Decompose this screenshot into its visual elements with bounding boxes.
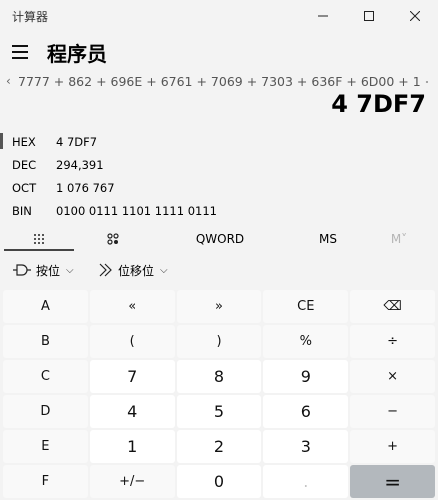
key-clear-entry[interactable]: CE	[263, 290, 349, 323]
key-9[interactable]: 9	[263, 360, 349, 393]
radix-label: BIN	[12, 204, 32, 218]
radix-label: HEX	[12, 135, 36, 149]
chevron-down-icon: ⌵	[66, 264, 74, 276]
key-equals[interactable]: =	[350, 465, 435, 498]
bit-shift-icon	[99, 263, 112, 277]
radix-label: DEC	[12, 158, 37, 172]
key-divide[interactable]: ÷	[350, 325, 435, 358]
tab-bit-toggle[interactable]	[78, 228, 148, 250]
chevron-down-icon: ⌵	[160, 264, 168, 276]
logic-gate-icon	[13, 264, 31, 276]
bitshift-label: 位移位	[118, 263, 155, 278]
key-close-paren[interactable]: )	[176, 325, 262, 358]
bit-toggle-icon	[107, 233, 119, 245]
bitwise-dropdown[interactable]: 按位 ⌵	[12, 257, 74, 283]
keypad-tabs: QWORD MS M˅	[0, 228, 438, 251]
keypad-icon	[34, 234, 44, 244]
memory-store-button[interactable]: MS	[300, 228, 356, 250]
key-3[interactable]: 3	[263, 430, 349, 463]
key-decimal[interactable]: .	[263, 465, 349, 498]
menu-button[interactable]	[12, 45, 28, 59]
close-icon	[410, 11, 420, 21]
memory-recall-button[interactable]: M˅	[372, 228, 426, 250]
close-button[interactable]	[392, 0, 438, 32]
radix-value: 4 7DF7	[56, 135, 98, 149]
app-title: 计算器	[12, 10, 49, 24]
expression-text: 7777 + 862 + 696E + 6761 + 7069 + 7303 +…	[18, 74, 428, 89]
bit-operations-bar: 按位 ⌵ 位移位 ⌵	[0, 257, 438, 283]
key-c[interactable]: C	[3, 360, 88, 393]
key-modulo[interactable]: %	[263, 325, 349, 358]
radix-value: 0100 0111 1101 1111 0111	[56, 204, 217, 218]
key-6[interactable]: 6	[263, 395, 349, 428]
key-subtract[interactable]: −	[350, 395, 435, 428]
maximize-button[interactable]	[346, 0, 392, 32]
radix-label: OCT	[12, 181, 37, 195]
word-size-button[interactable]: QWORD	[180, 228, 260, 250]
key-4[interactable]: 4	[89, 395, 175, 428]
key-rotate-left[interactable]: «	[89, 290, 175, 323]
active-radix-indicator	[0, 133, 3, 149]
key-a[interactable]: A	[3, 290, 88, 323]
radix-hex-row[interactable]: HEX 4 7DF7	[0, 131, 438, 153]
key-open-paren[interactable]: (	[89, 325, 175, 358]
key-1[interactable]: 1	[89, 430, 175, 463]
key-multiply[interactable]: ×	[350, 360, 435, 393]
tab-full-keypad[interactable]	[4, 228, 74, 251]
minimize-button[interactable]	[300, 0, 346, 32]
key-e[interactable]: E	[3, 430, 88, 463]
radix-value: 1 076 767	[56, 181, 115, 195]
key-5[interactable]: 5	[176, 395, 262, 428]
key-7[interactable]: 7	[89, 360, 175, 393]
mode-title: 程序员	[47, 42, 107, 66]
bitwise-label: 按位	[36, 263, 61, 278]
key-b[interactable]: B	[3, 325, 88, 358]
minimize-icon	[318, 15, 328, 17]
key-d[interactable]: D	[3, 395, 88, 428]
key-add[interactable]: +	[350, 430, 435, 463]
key-0[interactable]: 0	[176, 465, 262, 498]
key-8[interactable]: 8	[176, 360, 262, 393]
keypad: A « » CE ⌫ B ( ) % ÷ C 7 8 9 × D 4 5 6 −…	[3, 290, 435, 498]
key-rotate-right[interactable]: »	[176, 290, 262, 323]
key-backspace[interactable]: ⌫	[350, 290, 435, 323]
radix-oct-row[interactable]: OCT 1 076 767	[0, 177, 438, 199]
key-negate[interactable]: +/−	[89, 465, 175, 498]
maximize-icon	[364, 11, 374, 21]
radix-value: 294,391	[56, 158, 104, 172]
result-display: 4 7DF7	[331, 90, 426, 118]
radix-dec-row[interactable]: DEC 294,391	[0, 154, 438, 176]
key-2[interactable]: 2	[176, 430, 262, 463]
title-bar: 计算器	[0, 0, 438, 32]
key-f[interactable]: F	[3, 465, 88, 498]
scroll-left-icon[interactable]: ‹	[6, 74, 11, 88]
radix-bin-row[interactable]: BIN 0100 0111 1101 1111 0111	[0, 200, 438, 222]
bitshift-dropdown[interactable]: 位移位 ⌵	[98, 257, 168, 283]
hamburger-icon	[12, 45, 28, 47]
